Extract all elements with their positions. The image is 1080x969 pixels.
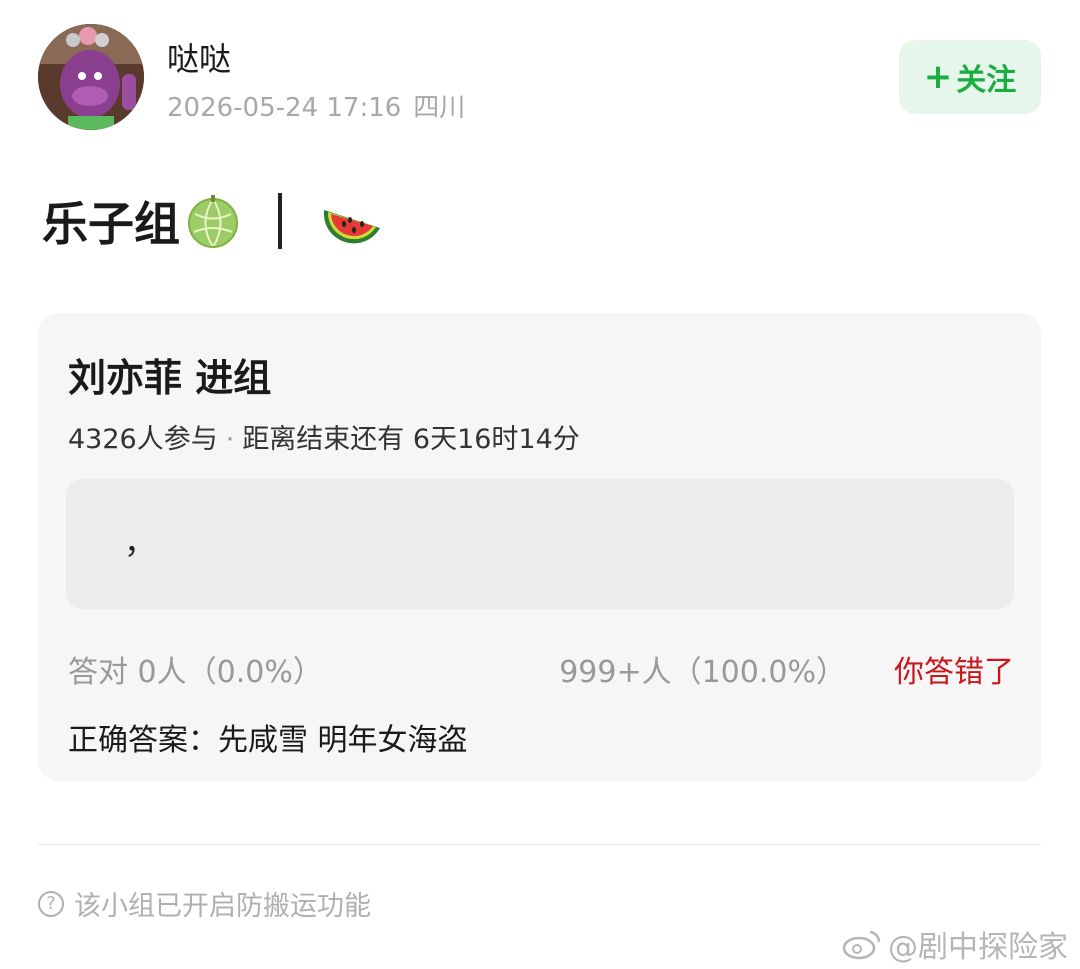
group-title-text: 乐子组 <box>42 197 180 251</box>
anti-repost-notice[interactable]: ? 该小组已开启防搬运功能 <box>38 884 371 923</box>
watermark: @剧中探险家 <box>842 922 1068 966</box>
divider <box>38 844 1041 845</box>
username[interactable]: 哒哒 <box>167 34 231 80</box>
quiz-card: 刘亦菲 进组 4326人参与 · 距离结束还有 6天16时14分 ， 答对 0人（0… <box>38 313 1041 781</box>
watermelon-icon <box>320 192 380 250</box>
correct-stats: 答对 0人（0.0%） <box>68 655 323 690</box>
wrong-stats: 999+人（100.0%） <box>559 655 846 690</box>
quiz-title: 刘亦菲 进组 <box>68 356 272 400</box>
my-answer: ， <box>124 523 157 561</box>
quiz-participants: 4326人参与 <box>68 424 218 455</box>
post-meta: 2026-05-24 17:16 四川 <box>167 87 477 124</box>
watermark-text: @剧中探险家 <box>888 930 1068 965</box>
separator-dot: · <box>225 424 235 455</box>
avatar[interactable] <box>38 24 144 130</box>
post-timestamp: 2026-05-24 17:16 <box>167 93 402 123</box>
avatar-image <box>38 24 144 130</box>
weibo-icon <box>842 930 881 960</box>
question-icon: ? <box>38 890 64 917</box>
result-label: 你答错了 <box>894 655 1014 690</box>
plus-icon: + <box>923 57 953 97</box>
post-location: 四川 <box>413 93 466 123</box>
group-title[interactable]: 乐子组 <box>42 186 380 256</box>
notice-text: 该小组已开启防搬运功能 <box>74 891 371 922</box>
melon-icon <box>184 192 242 250</box>
quiz-time-left: 距离结束还有 6天16时14分 <box>242 424 580 455</box>
answer-box: ， <box>66 479 1014 609</box>
quiz-info: 4326人参与 · 距离结束还有 6天16时14分 <box>68 417 580 456</box>
correct-answer: 正确答案：先咸雪 明年女海盗 <box>68 723 468 758</box>
follow-button[interactable]: + 关注 <box>899 40 1041 114</box>
quiz-stats: 答对 0人（0.0%） 999+人（100.0%） 你答错了 <box>68 647 1014 690</box>
title-separator <box>278 193 282 249</box>
follow-label: 关注 <box>956 63 1017 98</box>
